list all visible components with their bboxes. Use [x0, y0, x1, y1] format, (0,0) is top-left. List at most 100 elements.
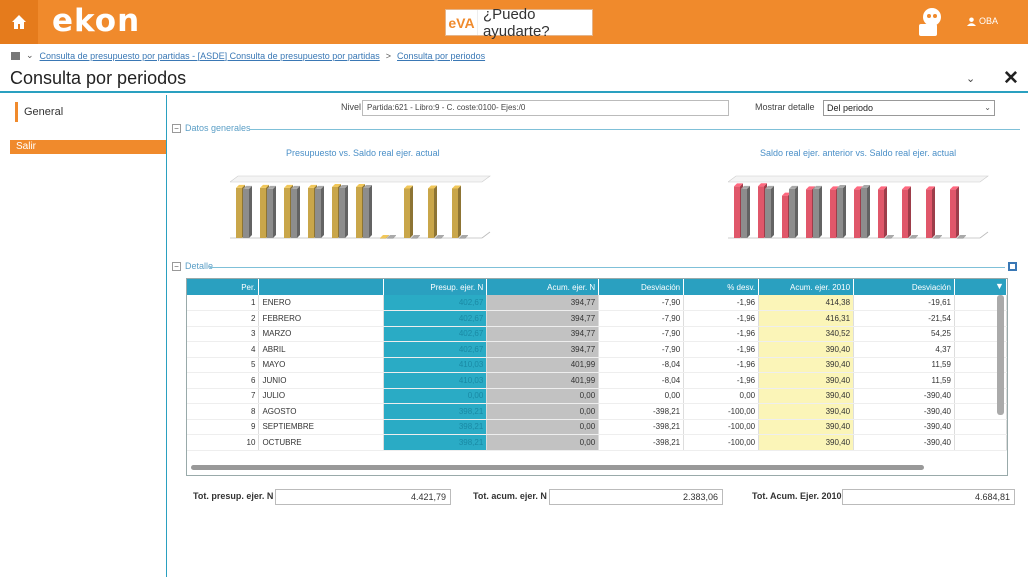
chart-1-bar-side-s1-6: [369, 184, 372, 238]
assistant-robot-icon[interactable]: [917, 6, 945, 38]
detail-table: Per. Presup. ejer. N Acum. ejer. N Desvi…: [187, 279, 1007, 451]
tot-acum-field[interactable]: 2.383,06: [549, 489, 723, 505]
page-title: Consulta por periodos: [10, 68, 187, 88]
table-row[interactable]: 2 FEBRERO 402,67 394,77 -7,90 -1,96 416,31 -21,…: [187, 310, 1007, 327]
col-header-acum-2010[interactable]: Acum. ejer. 2010: [758, 279, 855, 295]
chart-2-bar-s0-5: [830, 189, 836, 238]
column-menu-icon[interactable]: ▼: [995, 281, 1004, 291]
sidebar: General Salir: [0, 95, 167, 577]
col-header-desviacion[interactable]: Desviación: [598, 279, 685, 295]
cell-acum: 0,00: [486, 419, 600, 435]
col-header-presup[interactable]: Presup. ejer. N: [383, 279, 488, 295]
mostrar-detalle-select[interactable]: Del periodo ⌄: [823, 100, 995, 116]
chart-1-bar-s0-2: [260, 187, 266, 238]
chevron-down-icon[interactable]: ⌄: [26, 50, 34, 61]
vertical-scrollbar[interactable]: [997, 295, 1004, 415]
collapse-chevron-icon[interactable]: ⌄: [966, 72, 975, 85]
cell-pct-desv: -100,00: [683, 419, 760, 435]
table-row[interactable]: 4 ABRIL 402,67 394,77 -7,90 -1,96 390,40 4,37: [187, 341, 1007, 358]
cell-desviacion: -7,90: [598, 295, 685, 311]
cell-mes: MARZO: [258, 326, 385, 342]
cell-pct-desv: -1,96: [683, 310, 760, 327]
menu-icon[interactable]: [11, 51, 20, 60]
table-row[interactable]: 1 ENERO 402,67 394,77 -7,90 -1,96 414,38 -19,61: [187, 295, 1007, 311]
cell-acum-2010: 390,40: [758, 372, 855, 389]
cell-per: 6: [187, 372, 260, 389]
chart-2-bar-s1-9: [933, 238, 939, 239]
chart-1-bar-s1-8: [411, 238, 417, 239]
breadcrumb-separator: >: [385, 50, 392, 61]
cell-mes: AGOSTO: [258, 403, 385, 420]
cell-pct-desv: -1,96: [683, 357, 760, 373]
breadcrumb-link-presupuesto[interactable]: Consulta de presupuesto por partidas - […: [40, 51, 380, 61]
section-title: Datos generales: [185, 123, 251, 133]
col-header-desviacion-2[interactable]: Desviación: [853, 279, 955, 295]
expand-icon[interactable]: [1008, 262, 1017, 271]
col-header-acum[interactable]: Acum. ejer. N: [486, 279, 600, 295]
chart-2-bar-s0-7: [878, 189, 884, 238]
cell-per: 9: [187, 419, 260, 435]
chart-2-bar-side-s1-2: [771, 185, 774, 238]
table-row[interactable]: 6 JUNIO 410,03 401,99 -8,04 -1,96 390,40 11,59: [187, 372, 1007, 389]
chart-2-bar-s1-6: [861, 187, 867, 238]
close-icon[interactable]: ✕: [1003, 67, 1019, 90]
col-header-pct-desv[interactable]: % desv.: [683, 279, 760, 295]
cell-mes: FEBRERO: [258, 310, 385, 327]
user-name: OBA: [979, 16, 999, 26]
nivel-field[interactable]: Partida:621 - Libro:9 - C. coste:0100- E…: [362, 100, 729, 116]
cell-desviacion-2: -21,54: [853, 310, 955, 327]
cell-mes: ENERO: [258, 295, 385, 311]
table-row[interactable]: 10 OCTUBRE 398,21 0,00 -398,21 -100,00 390,40-…: [187, 434, 1007, 451]
horizontal-scrollbar[interactable]: [191, 465, 924, 470]
table-row[interactable]: 5 MAYO 410,03 401,99 -8,04 -1,96 390,40 11,59: [187, 357, 1007, 373]
chart-1-bar-s0-7: [380, 238, 386, 239]
sidebar-item-general[interactable]: General: [15, 102, 155, 122]
top-bar: ekon eVA ¿Puedo ayudarte? OBA: [0, 0, 1028, 44]
home-button[interactable]: [0, 0, 38, 44]
chart-1-bar-s0-8: [404, 188, 410, 238]
table-row[interactable]: 8 AGOSTO 398,21 0,00 -398,21 -100,00 390,40 -39…: [187, 403, 1007, 420]
cell-presup: 398,21: [383, 434, 488, 451]
chevron-down-icon: ⌄: [984, 103, 991, 112]
chart-1-bar-side-s1-3: [297, 185, 300, 238]
table-row[interactable]: 3 MARZO 402,67 394,77 -7,90 -1,96 340,52 54,25: [187, 326, 1007, 342]
tot-presup-field[interactable]: 4.421,79: [275, 489, 451, 505]
mostrar-detalle-label: Mostrar detalle: [755, 102, 815, 112]
table-row[interactable]: 9 SEPTIEMBRE 398,21 0,00 -398,21 -100,00 390,4…: [187, 419, 1007, 435]
chart-1-bar-s0-10: [452, 188, 458, 238]
chart-frame-top: [230, 175, 491, 183]
ekon-logo: ekon: [52, 3, 141, 39]
cell-pct-desv: -1,96: [683, 372, 760, 389]
table-row[interactable]: 7 JULIO 0,00 0,00 0,00 0,00 390,40 -390,40: [187, 388, 1007, 404]
chart-1-bar-side-s1-5: [345, 184, 348, 238]
section-datos-generales[interactable]: − Datos generales: [172, 123, 251, 133]
chart-1-bar-s0-1: [236, 187, 242, 238]
user-icon: [967, 16, 976, 26]
mostrar-detalle-value: Del periodo: [827, 103, 874, 113]
chart-baseline-depth: [979, 231, 989, 239]
cell-desviacion-2: -19,61: [853, 295, 955, 311]
sidebar-item-salir[interactable]: Salir: [10, 140, 166, 154]
tot-acum-2010-field[interactable]: 4.684,81: [842, 489, 1015, 505]
chart-saldo-anterior-vs-actual: [728, 175, 989, 239]
cell-mes: JULIO: [258, 388, 385, 404]
cell-per: 3: [187, 326, 260, 342]
breadcrumb-link-periodos[interactable]: Consulta por periodos: [397, 51, 485, 61]
user-menu[interactable]: OBA: [967, 16, 998, 26]
cell-desviacion: -7,90: [598, 310, 685, 327]
chart-2-bar-side-s1-1: [747, 185, 750, 238]
cell-acum-2010: 416,31: [758, 310, 855, 327]
eva-assistant-box[interactable]: eVA ¿Puedo ayudarte?: [445, 6, 593, 40]
col-header-per[interactable]: Per.: [187, 279, 260, 295]
chart-2-bar-s1-2: [765, 188, 771, 238]
chart-1-bar-side-s1-4: [321, 185, 324, 238]
cell-per: 1: [187, 295, 260, 311]
cell-mes: JUNIO: [258, 372, 385, 389]
cell-acum-2010: 390,40: [758, 434, 855, 451]
chart-2-bar-s0-3: [782, 195, 788, 238]
cell-acum: 0,00: [486, 403, 600, 420]
collapse-icon: −: [172, 123, 181, 133]
section-detalle[interactable]: − Detalle: [172, 261, 213, 271]
section-title: Detalle: [185, 261, 214, 271]
collapse-icon: −: [172, 261, 181, 271]
